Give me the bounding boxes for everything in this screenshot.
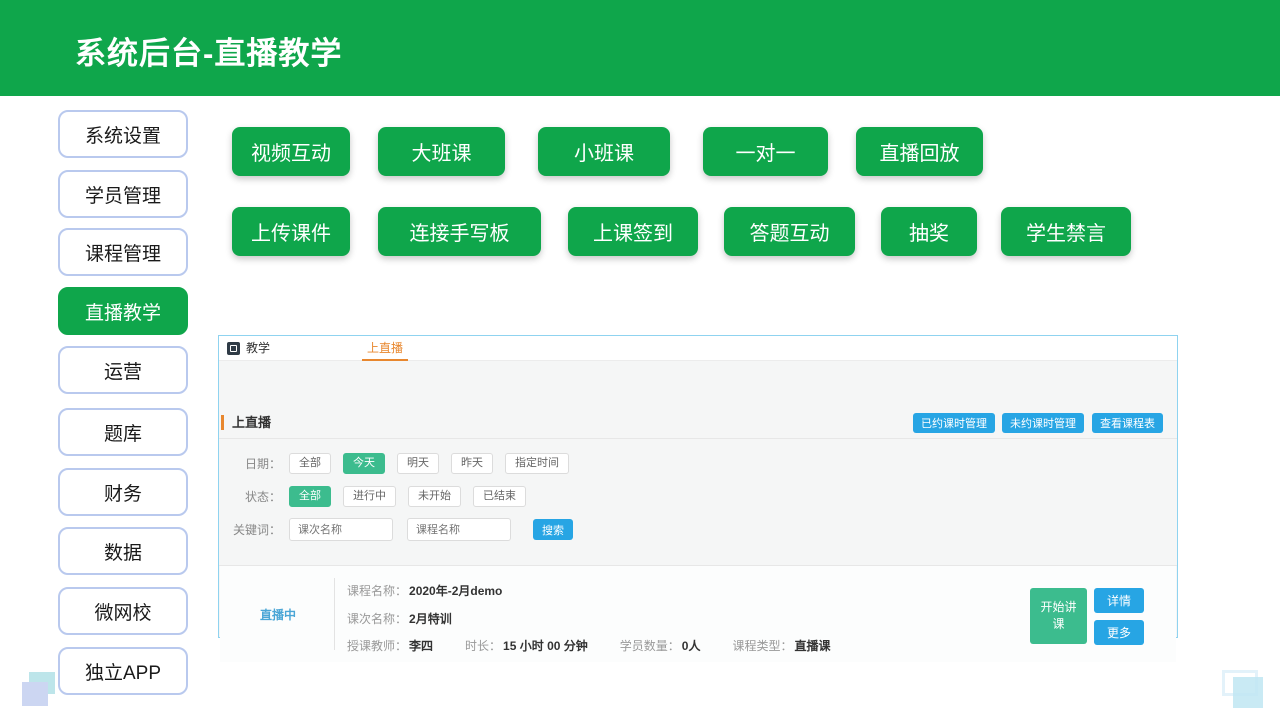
- course-name-value: 2020年-2月demo: [409, 582, 502, 599]
- feature-button-live-replay[interactable]: 直播回放: [856, 127, 983, 176]
- keyword-filter-label: 关键词：: [233, 521, 281, 538]
- lesson-name-input[interactable]: [289, 518, 393, 541]
- live-status-badge: 直播中: [260, 606, 296, 623]
- date-option-all[interactable]: 全部: [289, 453, 331, 474]
- duration-label: 时长：: [465, 637, 501, 654]
- deco-square-cyan-right: [1233, 677, 1263, 708]
- sidebar-item-student-management[interactable]: 学员管理: [58, 170, 188, 218]
- admin-panel: 教学 上直播 上直播 已约课时管理 未约课时管理 查看课程表 日期： 全部 今天…: [218, 335, 1178, 638]
- status-option-all[interactable]: 全部: [289, 486, 331, 507]
- start-teaching-button[interactable]: 开始讲课: [1030, 588, 1087, 644]
- teacher-group: 授课教师： 李四: [347, 637, 433, 654]
- keyword-filter-row: 关键词： 搜索: [233, 518, 573, 541]
- detail-button[interactable]: 详情: [1094, 588, 1144, 613]
- deco-square-lavender-left: [22, 682, 48, 706]
- panel-body: 上直播 已约课时管理 未约课时管理 查看课程表 日期： 全部 今天 明天 昨天 …: [219, 361, 1177, 637]
- sidebar-item-course-management[interactable]: 课程管理: [58, 228, 188, 276]
- sidebar-item-finance[interactable]: 财务: [58, 468, 188, 516]
- feature-button-video-interaction[interactable]: 视频互动: [232, 127, 350, 176]
- status-option-not-started[interactable]: 未开始: [408, 486, 461, 507]
- vertical-divider: [334, 578, 335, 650]
- course-meta-line: 授课教师： 李四 时长： 15 小时 00 分钟 学员数量： 0人 课程类型： …: [347, 637, 862, 654]
- sidebar-item-micro-school[interactable]: 微网校: [58, 587, 188, 635]
- lesson-name-line: 课次名称： 2月特训: [347, 610, 452, 627]
- feature-button-class-checkin[interactable]: 上课签到: [568, 207, 698, 256]
- more-button[interactable]: 更多: [1094, 620, 1144, 645]
- course-type-label: 课程类型：: [732, 637, 792, 654]
- tab-start-live[interactable]: 上直播: [362, 336, 408, 361]
- date-option-tomorrow[interactable]: 明天: [397, 453, 439, 474]
- teacher-label: 授课教师：: [347, 637, 407, 654]
- section-accent-bar: [221, 415, 224, 430]
- duration-value: 15 小时 00 分钟: [503, 637, 588, 654]
- course-name-label: 课程名称：: [347, 582, 407, 599]
- date-option-yesterday[interactable]: 昨天: [451, 453, 493, 474]
- status-option-finished[interactable]: 已结束: [473, 486, 526, 507]
- students-group: 学员数量： 0人: [620, 637, 701, 654]
- sidebar-item-live-teaching[interactable]: 直播教学: [58, 287, 188, 335]
- feature-button-large-class[interactable]: 大班课: [378, 127, 505, 176]
- page-title: 系统后台-直播教学: [75, 28, 342, 73]
- students-label: 学员数量：: [620, 637, 680, 654]
- feature-button-connect-tablet[interactable]: 连接手写板: [378, 207, 541, 256]
- panel-tabbar: 教学 上直播: [219, 336, 1177, 361]
- feature-button-small-class[interactable]: 小班课: [538, 127, 670, 176]
- date-option-today[interactable]: 今天: [343, 453, 385, 474]
- duration-group: 时长： 15 小时 00 分钟: [465, 637, 588, 654]
- view-schedule-button[interactable]: 查看课程表: [1092, 413, 1163, 433]
- search-button[interactable]: 搜索: [533, 519, 573, 540]
- lesson-name-label: 课次名称：: [347, 610, 407, 627]
- course-type-group: 课程类型： 直播课: [732, 637, 830, 654]
- date-option-custom[interactable]: 指定时间: [505, 453, 569, 474]
- feature-button-lucky-draw[interactable]: 抽奖: [881, 207, 977, 256]
- page: 系统后台-直播教学 系统设置 学员管理 课程管理 直播教学 运营 题库 财务 数…: [0, 0, 1280, 720]
- feature-button-mute-students[interactable]: 学生禁言: [1001, 207, 1131, 256]
- date-filter-label: 日期：: [233, 455, 281, 472]
- feature-button-quiz-interaction[interactable]: 答题互动: [724, 207, 855, 256]
- app-label: 教学: [246, 336, 270, 361]
- teaching-app-icon: [227, 342, 240, 355]
- date-filter-row: 日期： 全部 今天 明天 昨天 指定时间: [233, 453, 581, 474]
- sidebar-item-question-bank[interactable]: 题库: [58, 408, 188, 456]
- sidebar-item-system-settings[interactable]: 系统设置: [58, 110, 188, 158]
- students-value: 0人: [682, 637, 701, 654]
- sidebar-item-data[interactable]: 数据: [58, 527, 188, 575]
- status-filter-label: 状态：: [233, 488, 281, 505]
- lesson-name-value: 2月特训: [409, 610, 452, 627]
- booked-lessons-button[interactable]: 已约课时管理: [913, 413, 995, 433]
- status-filter-row: 状态： 全部 进行中 未开始 已结束: [233, 486, 538, 507]
- course-name-line: 课程名称： 2020年-2月demo: [347, 582, 502, 599]
- status-option-ongoing[interactable]: 进行中: [343, 486, 396, 507]
- unbooked-lessons-button[interactable]: 未约课时管理: [1002, 413, 1084, 433]
- teacher-value: 李四: [409, 637, 433, 654]
- sidebar-item-standalone-app[interactable]: 独立APP: [58, 647, 188, 695]
- divider: [219, 438, 1177, 439]
- sidebar-item-operations[interactable]: 运营: [58, 346, 188, 394]
- header-banner: 系统后台-直播教学: [0, 0, 1280, 96]
- section-title: 上直播: [232, 412, 271, 431]
- course-name-input[interactable]: [407, 518, 511, 541]
- feature-button-one-on-one[interactable]: 一对一: [703, 127, 828, 176]
- course-type-value: 直播课: [794, 637, 830, 654]
- feature-button-upload-courseware[interactable]: 上传课件: [232, 207, 350, 256]
- course-list-row: 直播中 课程名称： 2020年-2月demo 课次名称： 2月特训 授课教师： …: [220, 566, 1176, 662]
